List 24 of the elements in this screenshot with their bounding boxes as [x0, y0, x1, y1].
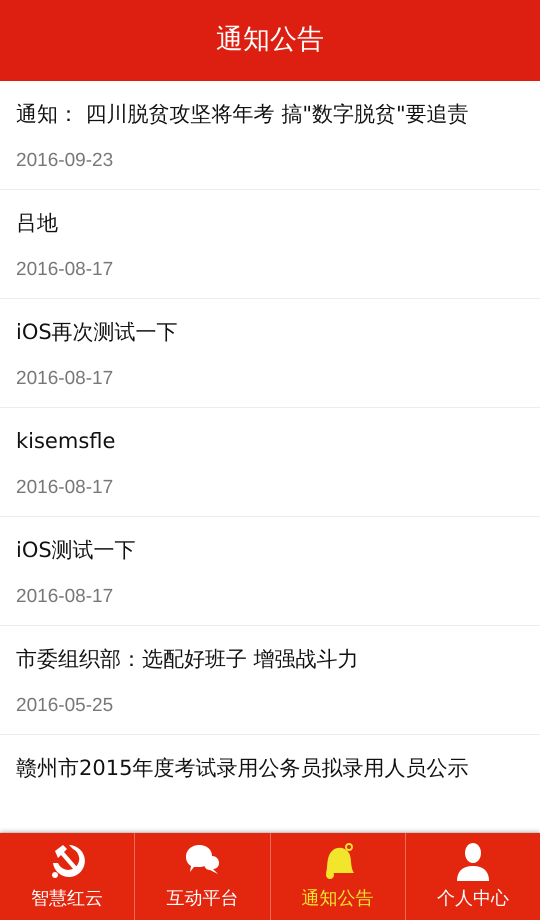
notice-item[interactable]: 吕地 2016-08-17: [0, 190, 540, 299]
notice-item[interactable]: 通知： 四川脱贫攻坚将年考 搞"数字脱贫"要追责 2016-09-23: [0, 81, 540, 190]
notice-title: 赣州市2015年度考试录用公务员拟录用人员公示: [16, 755, 470, 782]
tab-item[interactable]: 个人中心: [404, 833, 540, 920]
notice-title: iOS测试一下: [16, 537, 137, 564]
notice-title: 市委组织部：选配好班子 增强战斗力: [16, 646, 360, 673]
tab-item[interactable]: 互动平台: [134, 833, 270, 920]
notice-item[interactable]: iOS再次测试一下 2016-08-17: [0, 299, 540, 408]
notice-item[interactable]: 市委组织部：选配好班子 增强战斗力 2016-05-25: [0, 626, 540, 735]
notice-date: 2016-08-17: [16, 367, 114, 391]
notice-date: 2016-08-17: [16, 476, 114, 500]
notice-date: 2016-05-25: [16, 694, 114, 718]
notice-item[interactable]: kisemsfle 2016-08-17: [0, 408, 540, 517]
notice-title: 通知： 四川脱贫攻坚将年考 搞"数字脱贫"要追责: [16, 101, 470, 128]
notice-title: iOS再次测试一下: [16, 319, 179, 346]
tab-item[interactable]: 通知公告: [270, 833, 405, 920]
tab-item[interactable]: 智慧红云: [0, 833, 134, 920]
page-title: 通知公告: [216, 23, 324, 58]
notice-date: 2016-08-17: [16, 258, 114, 282]
notice-date: 2016-08-17: [16, 585, 114, 609]
notice-item[interactable]: iOS测试一下 2016-08-17: [0, 517, 540, 626]
notice-title: kisemsfle: [16, 428, 116, 455]
notice-date: 2016-09-23: [16, 149, 114, 173]
notice-title: 吕地: [16, 210, 59, 237]
